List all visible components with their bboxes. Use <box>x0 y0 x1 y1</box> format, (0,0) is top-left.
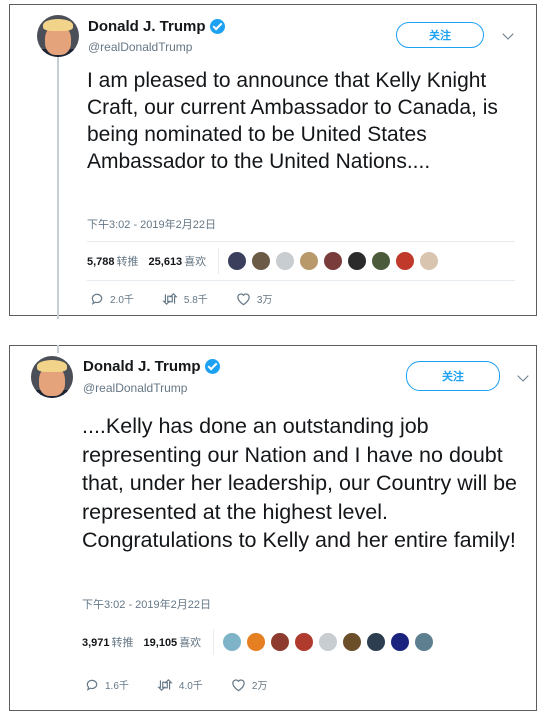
like-icon <box>237 292 250 305</box>
retweet-button[interactable]: 5.8千 <box>162 291 208 306</box>
liker-avatar[interactable] <box>323 251 344 271</box>
retweet-stat[interactable]: 5,788 转推 <box>87 253 139 269</box>
author-name[interactable]: Donald J. Trump <box>88 18 206 35</box>
liker-avatar[interactable] <box>395 251 416 271</box>
tweet-card: Donald J. Trump @realDonaldTrump 关注 I am… <box>9 4 537 319</box>
like-stat[interactable]: 19,105 喜欢 <box>144 634 202 650</box>
tweet-actions: 1.6千 4.0千 2万 <box>85 677 295 692</box>
reply-count: 1.6千 <box>105 681 129 692</box>
thread-line <box>57 345 59 353</box>
avatar[interactable] <box>31 356 73 398</box>
retweet-count: 4.0千 <box>178 681 203 692</box>
liker-avatar[interactable] <box>342 632 363 652</box>
reply-icon <box>91 293 103 305</box>
liker-avatar[interactable] <box>270 632 291 652</box>
liker-avatar[interactable] <box>366 632 387 652</box>
author-row: Donald J. Trump <box>88 18 225 35</box>
liker-avatars <box>227 251 443 271</box>
liker-avatar[interactable] <box>419 251 440 271</box>
author-name[interactable]: Donald J. Trump <box>83 358 201 375</box>
liker-avatar[interactable] <box>227 251 248 271</box>
liker-avatar[interactable] <box>414 632 435 652</box>
author-row: Donald J. Trump <box>83 358 220 375</box>
liker-avatar[interactable] <box>222 632 243 652</box>
liker-avatar[interactable] <box>347 251 368 271</box>
tweet-actions: 2.0千 5.8千 3万 <box>90 291 300 306</box>
like-icon <box>232 678 245 691</box>
liker-avatar[interactable] <box>251 251 272 271</box>
like-count: 3万 <box>256 295 273 306</box>
tweet-card: Donald J. Trump @realDonaldTrump 关注 ....… <box>9 345 537 711</box>
reply-icon <box>86 679 98 691</box>
follow-button[interactable]: 关注 <box>396 22 484 48</box>
divider <box>213 629 215 655</box>
chevron-down-icon[interactable] <box>502 28 514 40</box>
retweet-count: 5.8千 <box>183 295 208 306</box>
like-count: 2万 <box>251 681 268 692</box>
liker-avatars <box>222 632 438 652</box>
liker-avatar[interactable] <box>299 251 320 271</box>
follow-button[interactable]: 关注 <box>406 361 500 391</box>
verified-icon <box>209 19 225 34</box>
liker-avatar[interactable] <box>390 632 411 652</box>
tweet-text: ....Kelly has done an outstanding job re… <box>82 414 518 552</box>
stats-row: 5,788 转推 25,613 喜欢 <box>87 241 515 281</box>
like-button[interactable]: 3万 <box>236 291 273 306</box>
retweet-stat[interactable]: 3,971 转推 <box>82 634 134 650</box>
liker-avatar[interactable] <box>275 251 296 271</box>
thread-line <box>57 57 59 319</box>
retweet-icon <box>157 678 173 691</box>
retweet-icon <box>162 292 178 305</box>
tweet-timestamp[interactable]: 下午3:02 - 2019年2月22日 <box>82 596 211 612</box>
liker-avatar[interactable] <box>318 632 339 652</box>
stats-row: 3,971 转推 19,105 喜欢 <box>82 622 522 662</box>
divider <box>218 248 220 274</box>
verified-icon <box>204 359 220 374</box>
tweet-timestamp[interactable]: 下午3:02 - 2019年2月22日 <box>87 216 216 232</box>
avatar[interactable] <box>37 15 79 57</box>
like-stat[interactable]: 25,613 喜欢 <box>149 253 207 269</box>
reply-button[interactable]: 1.6千 <box>85 677 129 692</box>
retweet-button[interactable]: 4.0千 <box>157 677 203 692</box>
like-button[interactable]: 2万 <box>231 677 268 692</box>
liker-avatar[interactable] <box>371 251 392 271</box>
liker-avatar[interactable] <box>246 632 267 652</box>
reply-button[interactable]: 2.0千 <box>90 291 134 306</box>
author-handle[interactable]: @realDonaldTrump <box>83 381 187 395</box>
tweet-text: I am pleased to announce that Kelly Knig… <box>87 69 498 173</box>
reply-count: 2.0千 <box>110 295 134 306</box>
author-handle[interactable]: @realDonaldTrump <box>88 40 192 54</box>
chevron-down-icon[interactable] <box>517 370 529 382</box>
liker-avatar[interactable] <box>294 632 315 652</box>
